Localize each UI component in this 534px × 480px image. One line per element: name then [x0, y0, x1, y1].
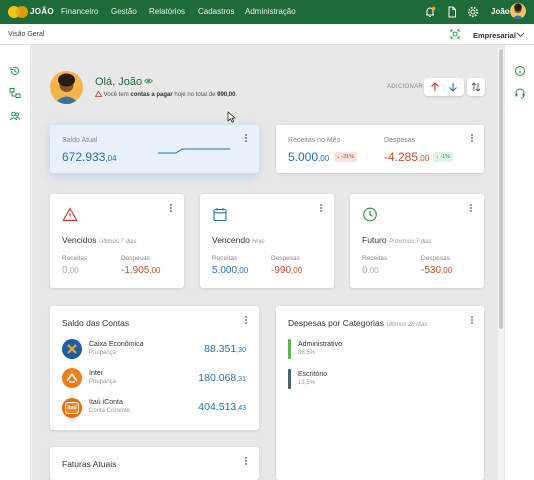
- month-income-value: 5.000,00: [288, 150, 330, 164]
- nav-cadastros[interactable]: Cadastros: [198, 7, 234, 16]
- future-menu-button[interactable]: [469, 204, 473, 214]
- account-balance: 88.351,30: [204, 343, 246, 355]
- month-menu-button[interactable]: [470, 134, 474, 144]
- hierarchy-icon[interactable]: [9, 87, 21, 99]
- balance-value: 672.933,04: [62, 150, 117, 164]
- warning-icon: [94, 90, 103, 97]
- month-expense-label: Despesas: [384, 137, 416, 144]
- info-icon[interactable]: [514, 65, 526, 77]
- accounts-title: Saldo das Contas: [62, 318, 130, 328]
- profile-avatar[interactable]: [50, 71, 83, 104]
- nav-administracao[interactable]: Administração: [245, 7, 296, 16]
- headset-icon[interactable]: [514, 87, 526, 99]
- balance-sparkline: [158, 148, 230, 154]
- account-balance: 180.068,31: [198, 372, 246, 384]
- brand-name[interactable]: JOÃO: [30, 7, 54, 16]
- category-name[interactable]: Escritório: [298, 371, 327, 378]
- future-title: Futuro Próximos 7 dias: [362, 235, 432, 245]
- future-income: 0,00: [362, 265, 379, 276]
- categories-card: Despesas por Categorias Últimos 28 dias …: [276, 306, 484, 480]
- due-today-menu-button[interactable]: [319, 204, 323, 214]
- account-balance: 404.513,43: [198, 401, 246, 413]
- month-summary-card: Receitas no Mês 5.000,00 ↓ -31% Despesas…: [276, 125, 484, 173]
- balance-label: Saldo Atual: [62, 137, 98, 144]
- invoices-title: Faturas Atuais: [62, 459, 117, 469]
- users-icon[interactable]: [9, 110, 21, 122]
- overdue-card[interactable]: Vencidos Últimos 7 dias Receitas 0,00 De…: [50, 194, 184, 288]
- transfer-button[interactable]: [467, 78, 485, 96]
- add-expense-button[interactable]: [449, 83, 457, 92]
- add-income-button[interactable]: [431, 82, 439, 91]
- breadcrumb[interactable]: Visão Geral: [8, 31, 44, 38]
- swap-icon: [471, 82, 481, 92]
- nav-relatorios[interactable]: Relatórios: [149, 7, 185, 16]
- invoices-menu-button[interactable]: [244, 457, 248, 467]
- user-name[interactable]: João: [491, 7, 510, 16]
- clock-icon: [363, 207, 377, 222]
- warning-icon: [62, 207, 78, 222]
- invoices-card: Faturas Atuais: [50, 447, 259, 480]
- accounts-card: Saldo das Contas Caixa Econômica Poupanç…: [50, 306, 259, 430]
- top-navbar: JOÃO Financeiro Gestão Relatórios Cadast…: [0, 0, 534, 24]
- nav-gestao[interactable]: Gestão: [111, 7, 137, 16]
- scan-icon[interactable]: [450, 29, 460, 39]
- future-expense: -530,00: [421, 265, 453, 276]
- category-color-bar: [288, 339, 291, 359]
- balance-menu-button[interactable]: [244, 134, 248, 144]
- month-expense-value: -4.285,00: [384, 150, 430, 164]
- breadcrumb-bar: Visão Geral Empresarial: [0, 24, 534, 45]
- categories-title: Despesas por Categorias Últimos 28 dias: [288, 318, 428, 328]
- chevron-down-icon[interactable]: [516, 31, 525, 38]
- accounts-menu-button[interactable]: [244, 316, 248, 326]
- history-icon[interactable]: [9, 65, 21, 77]
- mouse-cursor: [227, 111, 236, 123]
- account-name[interactable]: Itaú iConta: [89, 399, 123, 406]
- gear-icon[interactable]: [466, 5, 480, 19]
- overdue-income: 0,00: [62, 265, 79, 276]
- document-icon[interactable]: [445, 5, 459, 19]
- balance-card[interactable]: Saldo Atual 672.933,04: [50, 125, 259, 173]
- eye-icon[interactable]: [144, 77, 153, 85]
- expense-variation-badge: ↓ -1%: [433, 152, 454, 162]
- month-income-label: Receitas no Mês: [288, 137, 341, 144]
- add-buttons-group: [424, 78, 464, 96]
- overdue-expense: -1.905,00: [121, 265, 161, 276]
- due-today-title: Vencendo Hoje: [212, 235, 265, 245]
- due-today-expense: -990,00: [271, 265, 303, 276]
- overdue-menu-button[interactable]: [169, 204, 173, 214]
- bell-icon[interactable]: [423, 5, 437, 19]
- account-type: Poupança: [89, 379, 117, 385]
- add-label: ADICIONAR: [387, 84, 424, 90]
- scrollbar-thumb[interactable]: [499, 49, 503, 329]
- category-name[interactable]: Administrativo: [298, 341, 342, 348]
- user-avatar[interactable]: [510, 3, 526, 19]
- due-today-income: 5.000,00: [212, 265, 249, 276]
- future-card[interactable]: Futuro Próximos 7 dias Receitas 0,00 Des…: [350, 194, 484, 288]
- due-today-card[interactable]: Vencendo Hoje Receitas 5.000,00 Despesas…: [200, 194, 334, 288]
- overdue-title: Vencidos Últimos 7 dias: [62, 235, 137, 245]
- categories-menu-button[interactable]: [470, 316, 474, 326]
- company-selector[interactable]: Empresarial: [473, 31, 516, 40]
- category-percent: 86,5%: [298, 350, 316, 356]
- bills-warning: Você tem contas a pagar hoje no total de…: [94, 90, 237, 98]
- category-percent: 13,5%: [298, 380, 316, 386]
- account-type: Poupança: [89, 350, 117, 356]
- right-sidebar: [505, 45, 534, 480]
- greeting-title: Olá, João: [95, 76, 143, 88]
- income-variation-badge: ↓ -31%: [334, 152, 358, 162]
- left-sidebar: [0, 45, 30, 480]
- nav-financeiro[interactable]: Financeiro: [61, 7, 98, 16]
- bills-link[interactable]: contas a pagar: [130, 92, 172, 98]
- itau-logo: itaú: [62, 398, 82, 418]
- inter-logo: [62, 368, 82, 388]
- account-type: Conta Corrente: [89, 408, 131, 414]
- account-name[interactable]: Inter: [89, 370, 103, 377]
- category-color-bar: [288, 369, 291, 389]
- account-name[interactable]: Caixa Econômica: [89, 341, 143, 348]
- brand-logo[interactable]: [8, 6, 32, 18]
- caixa-logo: [62, 339, 82, 359]
- calendar-icon: [213, 208, 227, 222]
